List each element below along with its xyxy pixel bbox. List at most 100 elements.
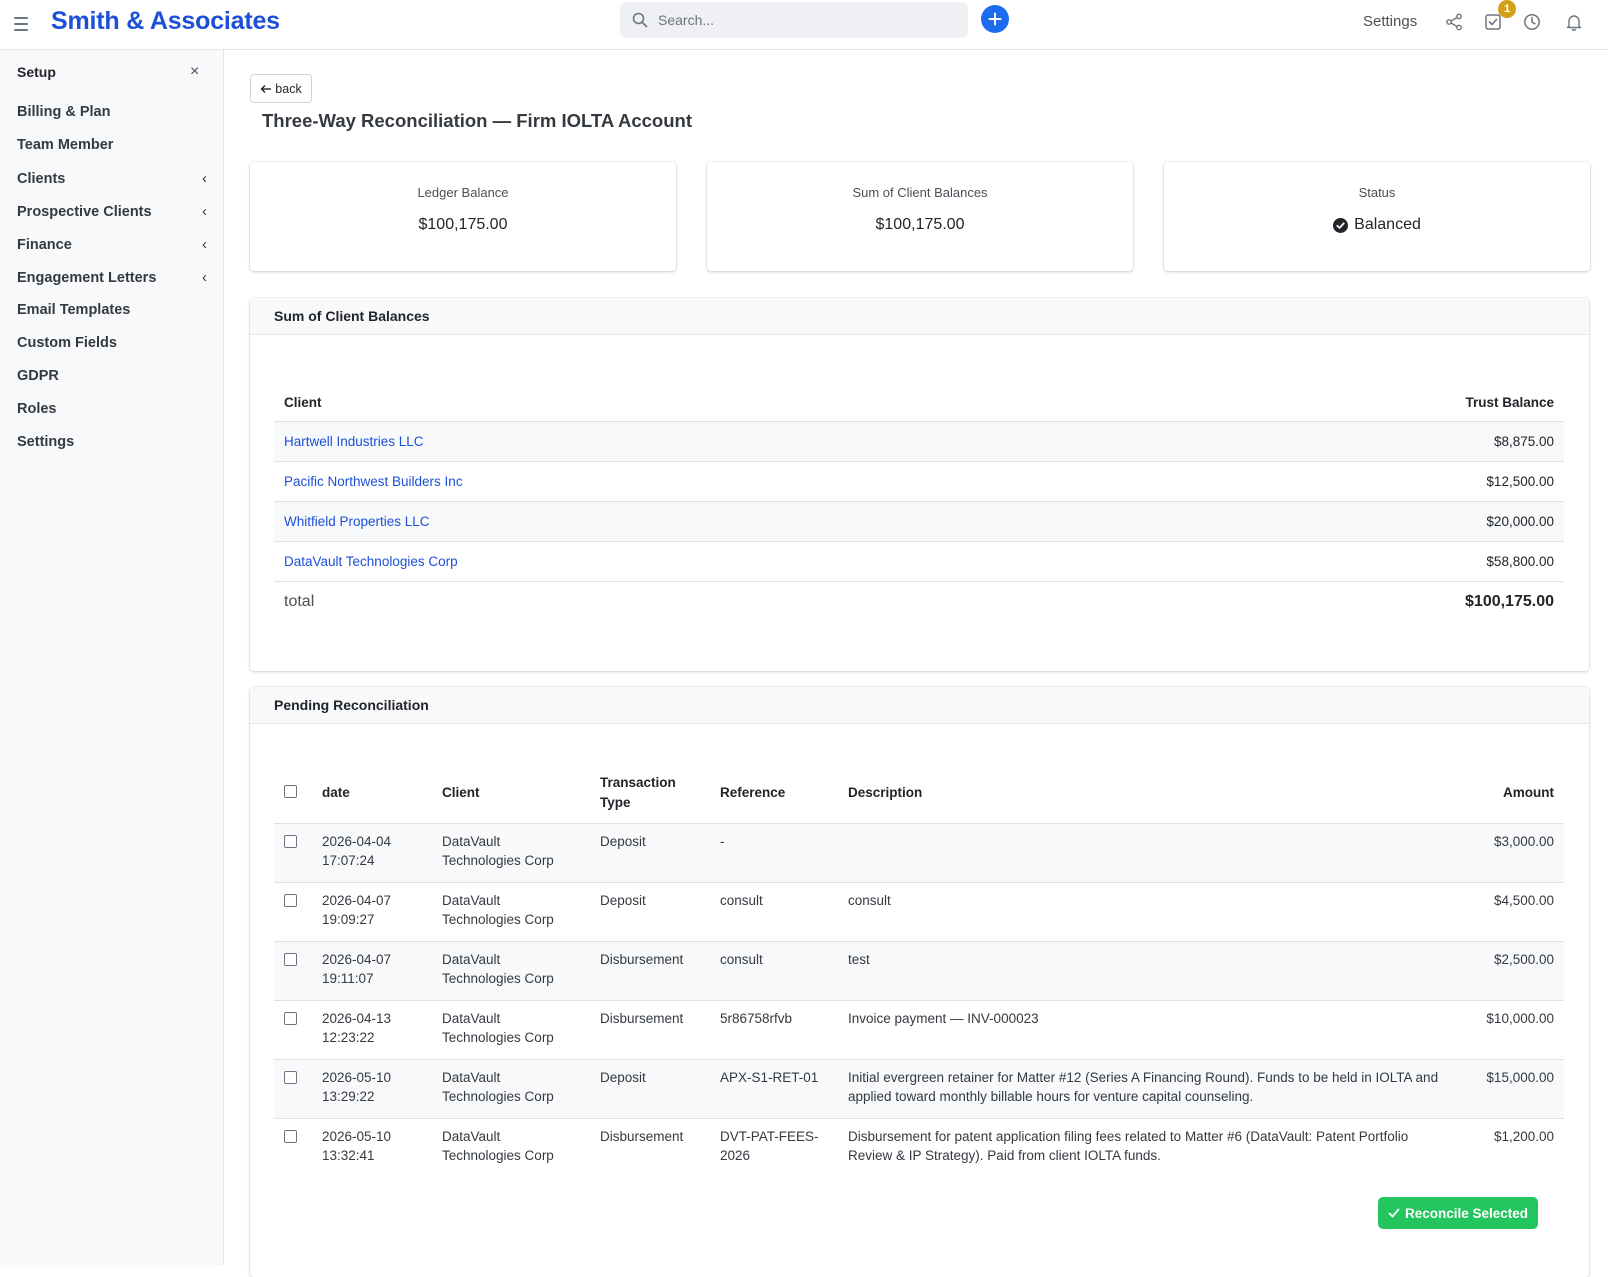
share-icon[interactable] [1443, 11, 1465, 33]
bell-icon[interactable] [1563, 11, 1585, 33]
txn-date: 2026-05-10 [322, 1069, 392, 1085]
sidebar-item-billing[interactable]: Billing & Plan [17, 104, 207, 120]
table-row: 2026-04-13 12:23:22 DataVault Technologies… [274, 1000, 1564, 1060]
table-row: Pacific Northwest Builders Inc $12,500.0… [274, 461, 1564, 502]
card-title: Sum of Client Balances [250, 298, 1589, 335]
txn-time: 19:09:27 [322, 911, 375, 927]
client-link[interactable]: Pacific Northwest Builders Inc [284, 474, 463, 489]
txn-amount: $15,000.00 [1458, 1059, 1564, 1119]
search-box [620, 2, 968, 38]
row-checkbox[interactable] [284, 834, 297, 848]
txn-time: 13:29:22 [322, 1088, 375, 1104]
sidebar-item-label: Custom Fields [17, 335, 117, 351]
column-header: Amount [1458, 764, 1564, 824]
total-label: total [284, 592, 315, 610]
row-checkbox[interactable] [284, 1129, 297, 1143]
sidebar-item-label: Roles [17, 401, 57, 417]
table-row: Hartwell Industries LLC $8,875.00 [274, 421, 1564, 462]
stat-label: Status [1358, 185, 1396, 200]
sidebar-item-label: Team Member [17, 137, 114, 153]
card-title: Pending Reconciliation [250, 687, 1589, 724]
ledger-balance-card: Ledger Balance $100,175.00 [250, 162, 676, 271]
txn-time: 12:23:22 [322, 1029, 375, 1045]
sidebar-item-label: Engagement Letters [17, 269, 157, 286]
sidebar-item-team-member[interactable]: Team Member [17, 137, 207, 153]
txn-amount: $10,000.00 [1458, 1000, 1564, 1060]
plus-icon [988, 12, 1002, 26]
row-checkbox[interactable] [284, 952, 297, 966]
txn-client: DataVault [442, 1128, 501, 1144]
tasks-count-badge: 1 [1498, 0, 1516, 18]
sidebar-item-label: Finance [17, 236, 72, 253]
txn-client-cont: Technologies Corp [442, 1029, 554, 1045]
back-button[interactable]: back [250, 74, 312, 103]
sidebar-item-roles[interactable]: Roles [17, 401, 207, 417]
reconcile-selected-label: Reconcile Selected [1404, 1205, 1529, 1221]
status-card: Status Balanced [1164, 162, 1590, 271]
brand-logo[interactable]: Smith & Associates [51, 7, 280, 36]
client-link[interactable]: Hartwell Industries LLC [284, 434, 424, 449]
sidebar-item-label: Billing & Plan [17, 104, 111, 120]
stat-value: $100,175.00 [418, 216, 508, 233]
table-row: 2026-04-04 17:07:24 DataVault Technologies… [274, 823, 1564, 883]
trust-balance: $20,000.00 [1106, 501, 1564, 542]
sidebar-item-clients[interactable]: Clients ‹ [17, 170, 207, 187]
header-settings-link[interactable]: Settings [1363, 13, 1417, 30]
select-all-checkbox[interactable] [284, 785, 297, 799]
txn-amount: $2,500.00 [1458, 941, 1564, 1001]
txn-time: 17:07:24 [322, 852, 375, 868]
search-icon [632, 12, 648, 28]
reconcile-selected-button[interactable]: Reconcile Selected [1378, 1197, 1538, 1229]
txn-type: Disbursement [600, 1128, 684, 1144]
client-balances-table: Client Trust Balance Hartwell Industries… [274, 384, 1564, 622]
close-icon[interactable]: × [190, 63, 199, 81]
menu-icon[interactable] [14, 15, 32, 33]
total-value: $100,175.00 [1465, 592, 1554, 610]
sidebar-item-prospective-clients[interactable]: Prospective Clients ‹ [17, 203, 207, 220]
top-navbar: Smith & Associates Settings 1 [0, 0, 1608, 50]
txn-description: Disbursement for patent application fili… [848, 1128, 1409, 1163]
arrow-left-icon [260, 84, 272, 93]
chevron-left-icon: ‹ [202, 269, 207, 286]
txn-client-cont: Technologies Corp [442, 911, 554, 927]
stat-label: Ledger Balance [417, 185, 509, 200]
sidebar-item-engagement-letters[interactable]: Engagement Letters ‹ [17, 269, 207, 286]
txn-description [838, 823, 1458, 883]
pending-transactions-table: date Client Transaction Type Reference D… [274, 764, 1564, 1177]
sidebar-item-gdpr[interactable]: GDPR [17, 368, 207, 384]
sidebar-item-custom-fields[interactable]: Custom Fields [17, 335, 207, 351]
pending-reconciliation-card: Pending Reconciliation date Client Trans… [250, 687, 1589, 1277]
sidebar-item-settings[interactable]: Settings [17, 434, 207, 450]
txn-client-cont: Technologies Corp [442, 970, 554, 986]
total-row: total $100,175.00 [274, 581, 1564, 622]
client-link[interactable]: Whitfield Properties LLC [284, 514, 430, 529]
txn-reference: - [710, 823, 838, 883]
sidebar-item-email-templates[interactable]: Email Templates [17, 302, 207, 318]
txn-type: Disbursement [590, 1000, 710, 1060]
search-input[interactable] [658, 12, 938, 28]
row-checkbox[interactable] [284, 1070, 297, 1084]
client-link[interactable]: DataVault Technologies Corp [284, 554, 458, 569]
sidebar-item-label: Prospective Clients [17, 203, 152, 220]
txn-date: 2026-04-04 [322, 833, 392, 849]
txn-description: Invoice payment — INV-000023 [838, 1000, 1458, 1060]
txn-type: Disbursement [590, 941, 710, 1001]
column-header: Description [838, 764, 1458, 824]
clock-icon[interactable] [1521, 11, 1543, 33]
row-checkbox[interactable] [284, 1011, 297, 1025]
column-header: Client [432, 764, 590, 824]
sidebar-item-label: Email Templates [17, 302, 131, 318]
sidebar-item-finance[interactable]: Finance ‹ [17, 236, 207, 253]
txn-description: Initial evergreen retainer for Matter #1… [838, 1059, 1458, 1119]
stat-value: $100,175.00 [875, 216, 965, 233]
back-button-label: back [275, 81, 302, 96]
sidebar-item-label: Clients [17, 170, 66, 187]
setup-sidebar: Setup × Billing & Plan Team Member Clien… [0, 50, 224, 1265]
table-row: 2026-04-07 19:09:27 DataVault Technologies… [274, 882, 1564, 942]
sidebar-item-label: GDPR [17, 368, 59, 384]
sidebar-title: Setup [17, 64, 56, 80]
row-checkbox[interactable] [284, 893, 297, 907]
txn-date: 2026-04-07 [322, 892, 392, 908]
txn-client-cont: Technologies Corp [442, 1147, 554, 1163]
add-new-button[interactable] [981, 5, 1009, 33]
